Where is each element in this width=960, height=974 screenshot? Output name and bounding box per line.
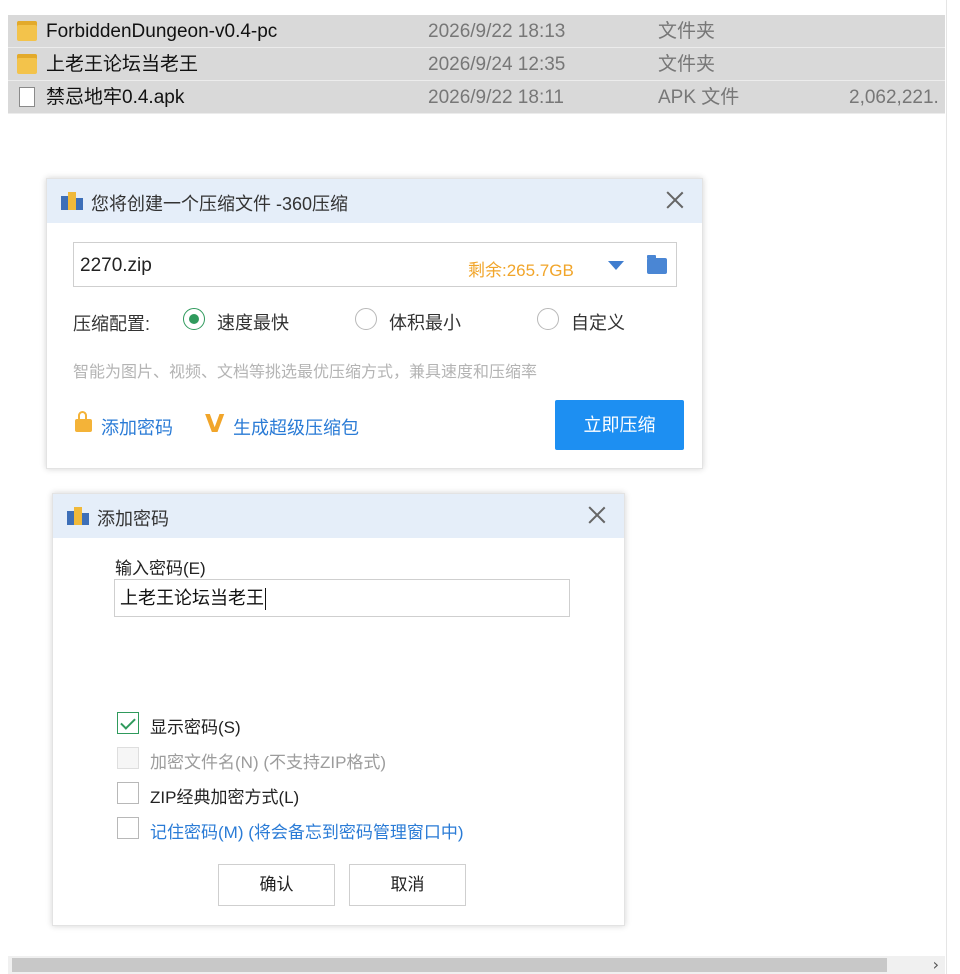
- super-package-label[interactable]: 生成超级压缩包: [233, 414, 359, 440]
- archive-filename-field[interactable]: 2270.zip 剩余:265.7GB: [73, 242, 677, 287]
- radio-label: 速度最快: [217, 313, 289, 333]
- file-row[interactable]: 禁忌地牢0.4.apk 2026/9/22 18:11 APK 文件 2,062…: [8, 81, 945, 114]
- dropdown-arrow-icon[interactable]: [608, 261, 624, 270]
- dialog-title: 您将创建一个压缩文件 -360压缩: [91, 194, 349, 214]
- cancel-button[interactable]: 取消: [349, 864, 466, 906]
- 360zip-app-icon: [67, 507, 89, 525]
- file-row[interactable]: ForbiddenDungeon-v0.4-pc 2026/9/22 18:13…: [8, 15, 945, 48]
- close-icon[interactable]: [584, 502, 610, 528]
- radio-unchecked-icon[interactable]: [537, 308, 559, 330]
- compress-dialog-titlebar: 您将创建一个压缩文件 -360压缩: [47, 179, 702, 223]
- file-date: 2026/9/24 12:35: [428, 54, 566, 75]
- folder-icon: [17, 21, 37, 41]
- add-password-dialog: 添加密码 输入密码(E) 上老王论坛当老王 显示密码(S) 加密文件名(N) (…: [52, 493, 625, 926]
- dialog-title: 添加密码: [97, 509, 169, 529]
- lock-icon: [75, 411, 92, 432]
- checkbox-label: 加密文件名(N) (不支持ZIP格式): [150, 753, 387, 772]
- file-size: 2,062,221.: [849, 87, 939, 108]
- file-date: 2026/9/22 18:13: [428, 21, 566, 42]
- browse-folder-icon[interactable]: [647, 255, 667, 274]
- file-name: ForbiddenDungeon-v0.4-pc: [46, 21, 278, 42]
- file-type: 文件夹: [658, 21, 716, 42]
- file-icon: [19, 87, 35, 107]
- compress-hint: 智能为图片、视频、文档等挑选最优压缩方式，兼具速度和压缩率: [73, 364, 538, 381]
- vip-v-icon: V: [205, 409, 225, 438]
- chevron-right-icon[interactable]: ›: [933, 956, 939, 974]
- file-name: 上老王论坛当老王: [46, 54, 199, 75]
- text-caret: [265, 588, 266, 611]
- archive-filename[interactable]: 2270.zip: [80, 255, 152, 277]
- radio-label: 体积最小: [389, 313, 461, 333]
- checkbox-unchecked-icon[interactable]: [117, 782, 139, 804]
- window-edge: [946, 0, 947, 974]
- checkbox-disabled-icon: [117, 747, 139, 769]
- checkbox-checked-icon[interactable]: [117, 712, 139, 734]
- file-type: APK 文件: [658, 87, 740, 108]
- checkbox-label: 记住密码(M) (将会备忘到密码管理窗口中): [150, 823, 464, 842]
- add-password-label[interactable]: 添加密码: [101, 414, 173, 440]
- radio-unchecked-icon[interactable]: [355, 308, 377, 330]
- file-list: ForbiddenDungeon-v0.4-pc 2026/9/22 18:13…: [8, 15, 945, 114]
- folder-icon: [17, 54, 37, 74]
- compress-now-button[interactable]: 立即压缩: [555, 400, 684, 450]
- file-date: 2026/9/22 18:11: [428, 87, 564, 108]
- scrollbar-thumb[interactable]: [12, 958, 887, 972]
- password-input[interactable]: 上老王论坛当老王: [114, 579, 570, 617]
- horizontal-scrollbar[interactable]: ›: [8, 956, 945, 974]
- compress-dialog: 您将创建一个压缩文件 -360压缩 2270.zip 剩余:265.7GB 压缩…: [46, 178, 703, 469]
- password-dialog-titlebar: 添加密码: [53, 494, 624, 538]
- file-row[interactable]: 上老王论坛当老王 2026/9/24 12:35 文件夹: [8, 48, 945, 81]
- checkbox-label: 显示密码(S): [150, 718, 241, 737]
- compress-config-label: 压缩配置:: [73, 314, 151, 334]
- radio-label: 自定义: [571, 313, 625, 333]
- password-value[interactable]: 上老王论坛当老王: [120, 588, 264, 608]
- checkbox-unchecked-icon[interactable]: [117, 817, 139, 839]
- 360zip-app-icon: [61, 192, 83, 210]
- file-type: 文件夹: [658, 54, 716, 75]
- free-space-label: 剩余:265.7GB: [468, 261, 574, 280]
- ok-button[interactable]: 确认: [218, 864, 335, 906]
- radio-checked-icon[interactable]: [183, 308, 205, 330]
- close-icon[interactable]: [662, 187, 688, 213]
- file-name: 禁忌地牢0.4.apk: [46, 87, 185, 108]
- password-input-label: 输入密码(E): [115, 559, 206, 578]
- checkbox-label: ZIP经典加密方式(L): [150, 788, 300, 807]
